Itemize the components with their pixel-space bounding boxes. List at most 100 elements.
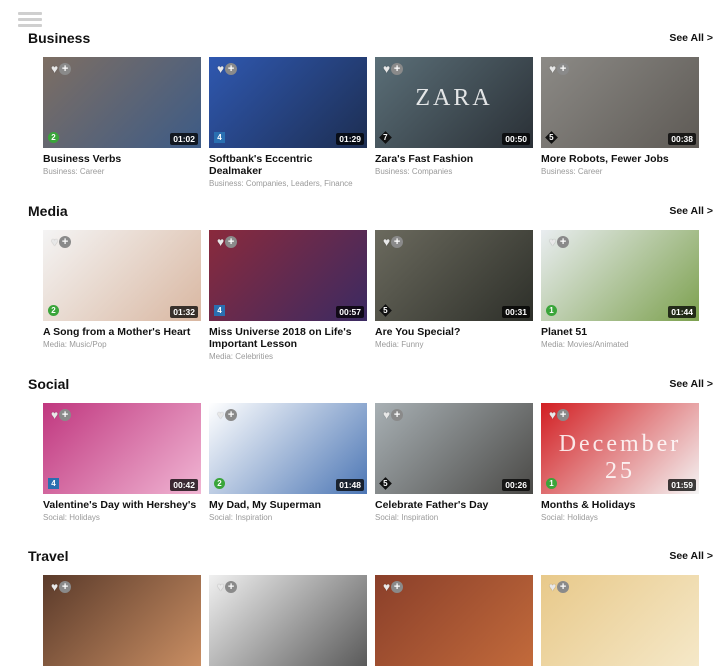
video-thumbnail[interactable]: ♥ +4 00:57 — [209, 230, 367, 321]
see-all-link[interactable]: See All > — [669, 378, 713, 390]
video-thumbnail[interactable]: ♥ + — [209, 575, 367, 666]
video-card[interactable]: ♥ +4 00:42 Valentine's Day with Hershey's So… — [43, 403, 201, 523]
duration-badge: 01:44 — [668, 306, 696, 318]
level-number: 2 — [51, 133, 56, 142]
plus-icon[interactable]: + — [557, 236, 570, 248]
video-title[interactable]: Valentine's Day with Hershey's — [43, 499, 201, 511]
heart-icon[interactable]: ♥ — [383, 581, 390, 593]
plus-icon[interactable]: + — [225, 581, 238, 593]
plus-icon[interactable]: + — [59, 581, 72, 593]
video-card[interactable]: ♥ +4 01:29 Softbank's Eccentric Dealmaker Bu… — [209, 57, 367, 189]
video-card[interactable]: ♥ +2 01:02 Business Verbs Business: Career — [43, 57, 201, 177]
video-card[interactable]: ♥ + — [43, 575, 201, 666]
video-card[interactable]: ♥ +4 00:57 Miss Universe 2018 on Life's Imp… — [209, 230, 367, 362]
see-all-link[interactable]: See All > — [669, 550, 713, 562]
heart-icon[interactable]: ♥ — [549, 236, 556, 248]
video-title[interactable]: More Robots, Fewer Jobs — [541, 153, 699, 165]
video-thumbnail[interactable]: ♥ + — [541, 575, 699, 666]
see-all-link[interactable]: See All > — [669, 32, 713, 44]
favorite-controls: ♥ + — [549, 63, 570, 75]
video-card[interactable]: ♥ + — [375, 575, 533, 666]
heart-icon[interactable]: ♥ — [217, 581, 224, 593]
heart-icon[interactable]: ♥ — [51, 409, 58, 421]
video-thumbnail[interactable]: ♥ +2 01:02 — [43, 57, 201, 148]
plus-icon[interactable]: + — [59, 63, 72, 75]
video-thumbnail[interactable]: ♥ +4 00:42 — [43, 403, 201, 494]
menu-icon[interactable] — [18, 12, 42, 28]
heart-icon[interactable]: ♥ — [51, 236, 58, 248]
video-title[interactable]: Months & Holidays — [541, 499, 699, 511]
duration-badge: 01:29 — [336, 133, 364, 145]
plus-icon[interactable]: + — [557, 63, 570, 75]
favorite-controls: ♥ + — [51, 236, 72, 248]
duration-badge: 01:32 — [170, 306, 198, 318]
heart-icon[interactable]: ♥ — [217, 409, 224, 421]
level-number: 2 — [51, 306, 56, 315]
heart-icon[interactable]: ♥ — [549, 581, 556, 593]
heart-icon[interactable]: ♥ — [383, 409, 390, 421]
video-title[interactable]: Planet 51 — [541, 326, 699, 338]
video-thumbnail[interactable]: ♥ + — [375, 575, 533, 666]
video-thumbnail[interactable]: ♥ +4 01:29 — [209, 57, 367, 148]
video-category: Social: Holidays — [43, 513, 100, 522]
heart-icon[interactable]: ♥ — [549, 409, 556, 421]
heart-icon[interactable]: ♥ — [51, 63, 58, 75]
video-card[interactable]: ♥ + — [541, 575, 699, 666]
level-badge: 2 — [48, 305, 59, 316]
duration-badge: 00:42 — [170, 479, 198, 491]
level-number: 7 — [383, 132, 388, 142]
video-card[interactable]: ♥ +1 01:44 Planet 51 Media: Movies/Animated — [541, 230, 699, 350]
video-thumbnail[interactable]: ♥ +2 01:32 — [43, 230, 201, 321]
level-number: 5 — [383, 305, 388, 315]
plus-icon[interactable]: + — [391, 236, 404, 248]
plus-icon[interactable]: + — [557, 581, 570, 593]
see-all-link[interactable]: See All > — [669, 205, 713, 217]
level-badge: 2 — [214, 478, 225, 489]
video-title[interactable]: My Dad, My Superman — [209, 499, 367, 511]
plus-icon[interactable]: + — [557, 409, 570, 421]
video-thumbnail[interactable]: ♥ + — [43, 575, 201, 666]
video-card[interactable]: ♥ +5 00:38 More Robots, Fewer Jobs Business:… — [541, 57, 699, 177]
video-category: Media: Music/Pop — [43, 340, 107, 349]
plus-icon[interactable]: + — [225, 236, 238, 248]
plus-icon[interactable]: + — [59, 409, 72, 421]
video-thumbnail[interactable]: ♥ +5 00:38 — [541, 57, 699, 148]
plus-icon[interactable]: + — [225, 409, 238, 421]
video-thumbnail[interactable]: ♥ +5 00:31 — [375, 230, 533, 321]
favorite-controls: ♥ + — [549, 581, 570, 593]
duration-badge: 01:59 — [668, 479, 696, 491]
heart-icon[interactable]: ♥ — [549, 63, 556, 75]
video-thumbnail[interactable]: ♥ +1 01:44 — [541, 230, 699, 321]
video-title[interactable]: Are You Special? — [375, 326, 533, 338]
video-title[interactable]: Softbank's Eccentric Dealmaker — [209, 153, 367, 177]
video-card[interactable]: ♥ +2 01:32 A Song from a Mother's Heart Medi… — [43, 230, 201, 350]
plus-icon[interactable]: + — [225, 63, 238, 75]
video-title[interactable]: Business Verbs — [43, 153, 201, 165]
heart-icon[interactable]: ♥ — [217, 236, 224, 248]
video-title[interactable]: Celebrate Father's Day — [375, 499, 533, 511]
video-card[interactable]: ♥ +2 01:48 My Dad, My Superman Social: Inspi… — [209, 403, 367, 523]
favorite-controls: ♥ + — [51, 409, 72, 421]
video-title[interactable]: Zara's Fast Fashion — [375, 153, 533, 165]
video-thumbnail[interactable]: December 25 ♥ +1 01:59 — [541, 403, 699, 494]
plus-icon[interactable]: + — [391, 581, 404, 593]
video-card[interactable]: ♥ +5 00:26 Celebrate Father's Day Social: In… — [375, 403, 533, 523]
plus-icon[interactable]: + — [391, 63, 404, 75]
level-number: 4 — [217, 306, 222, 315]
plus-icon[interactable]: + — [59, 236, 72, 248]
heart-icon[interactable]: ♥ — [383, 236, 390, 248]
video-card[interactable]: ♥ +5 00:31 Are You Special? Media: Funny — [375, 230, 533, 350]
video-thumbnail[interactable]: ♥ +5 00:26 — [375, 403, 533, 494]
heart-icon[interactable]: ♥ — [51, 581, 58, 593]
section-travel: Travel See All > ♥ + ♥ + ♥ + ♥ + — [0, 548, 717, 666]
video-card[interactable]: ZARA ♥ +7 00:50 Zara's Fast Fashion Business:… — [375, 57, 533, 177]
video-card[interactable]: December 25 ♥ +1 01:59 Months & Holidays Soci… — [541, 403, 699, 523]
heart-icon[interactable]: ♥ — [217, 63, 224, 75]
video-card[interactable]: ♥ + — [209, 575, 367, 666]
plus-icon[interactable]: + — [391, 409, 404, 421]
video-thumbnail[interactable]: ♥ +2 01:48 — [209, 403, 367, 494]
heart-icon[interactable]: ♥ — [383, 63, 390, 75]
video-title[interactable]: Miss Universe 2018 on Life's Important L… — [209, 326, 367, 350]
video-thumbnail[interactable]: ZARA ♥ +7 00:50 — [375, 57, 533, 148]
video-title[interactable]: A Song from a Mother's Heart — [43, 326, 201, 338]
